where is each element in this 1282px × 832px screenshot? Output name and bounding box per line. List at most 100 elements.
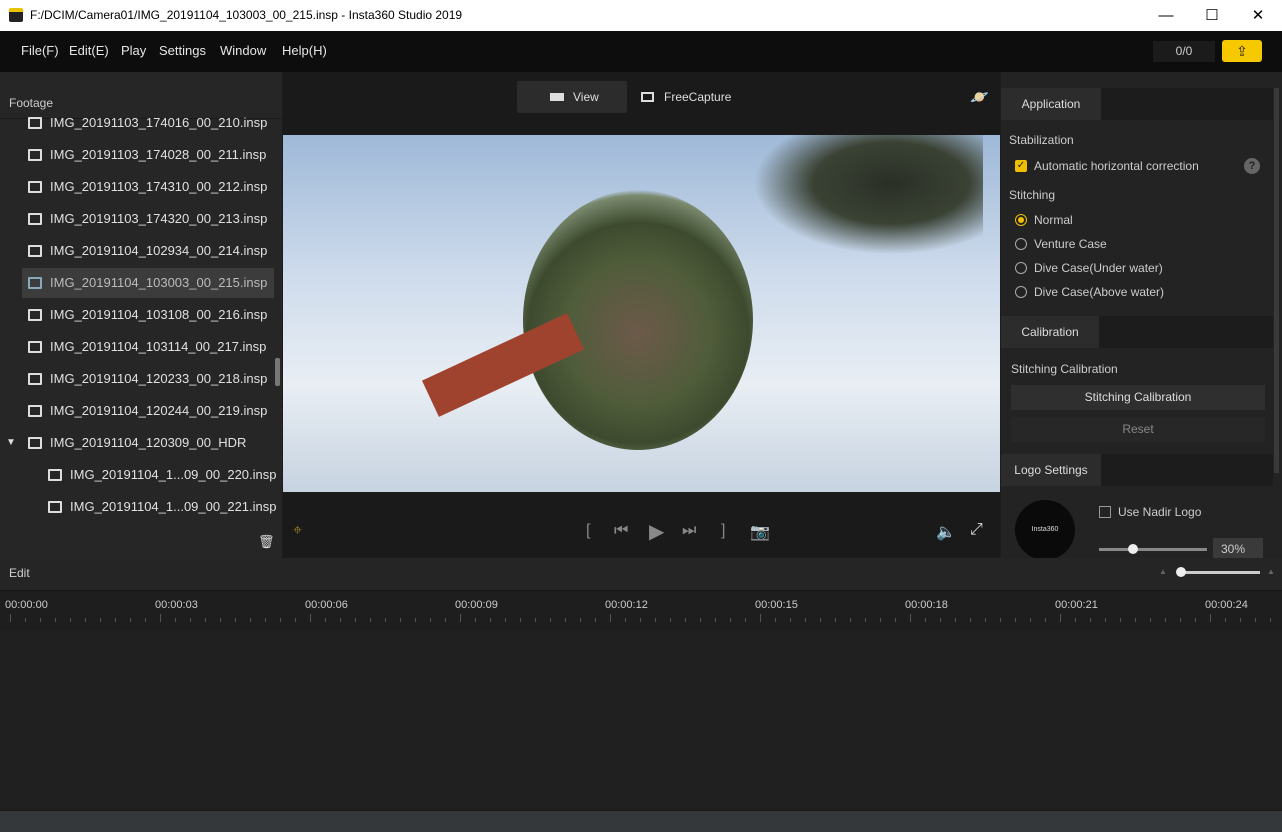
- settings-scrollbar[interactable]: [1274, 88, 1279, 473]
- slider-handle[interactable]: [1176, 567, 1186, 577]
- camera-icon[interactable]: 📷: [750, 522, 770, 542]
- ruler-tick: [610, 614, 611, 622]
- target-icon[interactable]: ⌖: [293, 522, 302, 540]
- radio-normal[interactable]: [1015, 214, 1027, 226]
- ruler-tick: [565, 618, 566, 622]
- timecode-label: 00:00:18: [905, 599, 948, 611]
- reset-button[interactable]: Reset: [1011, 417, 1265, 442]
- ruler-tick: [295, 618, 296, 622]
- ruler-tick: [865, 618, 866, 622]
- image-icon: [28, 341, 42, 353]
- nadir-logo-checkbox[interactable]: [1099, 506, 1111, 518]
- footage-item[interactable]: IMG_20191104_1...09_00_220.insp: [42, 460, 294, 490]
- tab-logo-settings[interactable]: Logo Settings: [1001, 454, 1101, 486]
- ruler-tick: [490, 618, 491, 622]
- expand-arrow-icon[interactable]: ▼: [6, 428, 16, 458]
- zoom-out-icon[interactable]: ▲: [1159, 567, 1167, 576]
- footage-item[interactable]: IMG_20191104_120244_00_219.insp: [22, 396, 274, 426]
- footage-item[interactable]: IMG_20191103_174028_00_211.insp: [22, 140, 274, 170]
- tab-calibration[interactable]: Calibration: [1001, 316, 1099, 348]
- ruler-tick: [1075, 618, 1076, 622]
- ruler-tick: [25, 618, 26, 622]
- task-counter: 0/0: [1153, 41, 1215, 62]
- footage-scrollbar[interactable]: [275, 358, 280, 386]
- video-preview[interactable]: [283, 135, 1000, 492]
- menu-help[interactable]: Help(H): [282, 43, 327, 58]
- palm-tree-image: [753, 135, 983, 255]
- ruler-tick: [445, 618, 446, 622]
- auto-horizontal-checkbox[interactable]: ✓: [1015, 160, 1027, 172]
- radio-dive-above[interactable]: [1015, 286, 1027, 298]
- fullscreen-icon[interactable]: ⤢: [970, 521, 983, 539]
- previous-frame-icon[interactable]: ⏮: [614, 522, 628, 540]
- menu-file[interactable]: File(F): [21, 43, 59, 58]
- minimize-button[interactable]: —: [1143, 0, 1189, 31]
- view-button[interactable]: View: [517, 81, 627, 113]
- help-icon[interactable]: ?: [1244, 158, 1260, 174]
- ruler-tick: [505, 618, 506, 622]
- timecode-label: 00:00:09: [455, 599, 498, 611]
- upload-icon: ⇪: [1236, 43, 1248, 59]
- ruler-tick: [625, 618, 626, 622]
- ruler-tick: [1195, 618, 1196, 622]
- footage-item[interactable]: ▼ IMG_20191104_120309_00_HDR: [6, 428, 274, 458]
- stitching-calibration-button[interactable]: Stitching Calibration: [1011, 385, 1265, 410]
- mark-out-button[interactable]: ]: [721, 522, 725, 540]
- footage-item[interactable]: IMG_20191103_174310_00_212.insp: [22, 172, 274, 202]
- footage-item-label: IMG_20191104_103114_00_217.insp: [50, 339, 267, 354]
- zoom-in-icon[interactable]: ▲: [1267, 567, 1275, 576]
- radio-venture-case[interactable]: [1015, 238, 1027, 250]
- menu-play[interactable]: Play: [121, 43, 146, 58]
- ruler-tick: [1090, 618, 1091, 622]
- footage-item[interactable]: IMG_20191103_174320_00_213.insp: [22, 204, 274, 234]
- footage-item[interactable]: IMG_20191104_1...09_00_221.insp: [42, 492, 294, 522]
- ruler-tick: [310, 614, 311, 622]
- logo-size-value[interactable]: 30%: [1213, 538, 1263, 560]
- footage-item[interactable]: IMG_20191104_103003_00_215.insp: [22, 268, 274, 298]
- menu-settings[interactable]: Settings: [159, 43, 206, 58]
- image-icon: [28, 117, 42, 129]
- footage-item[interactable]: IMG_20191104_103114_00_217.insp: [22, 332, 274, 362]
- close-button[interactable]: ✕: [1235, 0, 1281, 31]
- stabilization-label: Stabilization: [1009, 133, 1074, 147]
- app-icon: [9, 8, 23, 22]
- footage-item-label: IMG_20191104_120244_00_219.insp: [50, 403, 268, 418]
- timeline-track[interactable]: [0, 630, 1282, 810]
- footage-item[interactable]: IMG_20191104_102934_00_214.insp: [22, 236, 274, 266]
- footage-item[interactable]: IMG_20191104_120233_00_218.insp: [22, 364, 274, 394]
- menu-edit[interactable]: Edit(E): [69, 43, 109, 58]
- slider-handle[interactable]: [1128, 544, 1138, 554]
- ruler-tick: [580, 618, 581, 622]
- ruler-tick: [385, 618, 386, 622]
- timeline-zoom-slider[interactable]: [1176, 567, 1260, 577]
- footage-item[interactable]: IMG_20191104_103108_00_216.insp: [22, 300, 274, 330]
- hdr-group-icon: [28, 437, 42, 449]
- freecapture-button[interactable]: FreeCapture: [639, 81, 749, 113]
- timecode-label: 00:00:24: [1205, 599, 1248, 611]
- ruler-tick: [145, 618, 146, 622]
- ruler-tick: [715, 618, 716, 622]
- auto-horizontal-label: Automatic horizontal correction: [1034, 159, 1199, 173]
- radio-venture-case-label: Venture Case: [1034, 237, 1107, 251]
- tab-application[interactable]: Application: [1001, 88, 1101, 120]
- image-icon: [28, 277, 42, 289]
- volume-icon[interactable]: 🔈: [936, 522, 956, 542]
- export-button[interactable]: ⇪: [1222, 40, 1262, 62]
- mark-in-button[interactable]: [: [586, 522, 590, 540]
- menu-window[interactable]: Window: [220, 43, 266, 58]
- logo-size-slider[interactable]: [1099, 544, 1207, 554]
- ruler-tick: [10, 614, 11, 622]
- image-icon: [28, 181, 42, 193]
- planet-view-icon[interactable]: 🪐: [970, 88, 989, 106]
- next-frame-icon[interactable]: ⏭: [682, 522, 696, 540]
- timeline-ruler[interactable]: 00:00:00 00:00:03 00:00:06 00:00:09 00:00:12…: [0, 590, 1282, 630]
- ruler-tick: [340, 618, 341, 622]
- ruler-tick: [55, 618, 56, 622]
- trash-icon[interactable]: 🗑: [258, 534, 275, 550]
- ruler-tick: [775, 618, 776, 622]
- ruler-tick: [85, 618, 86, 622]
- radio-dive-under[interactable]: [1015, 262, 1027, 274]
- play-icon[interactable]: ▶: [649, 519, 664, 544]
- maximize-button[interactable]: ☐: [1189, 0, 1235, 31]
- footage-item[interactable]: IMG_20191103_174016_00_210.insp: [22, 108, 274, 138]
